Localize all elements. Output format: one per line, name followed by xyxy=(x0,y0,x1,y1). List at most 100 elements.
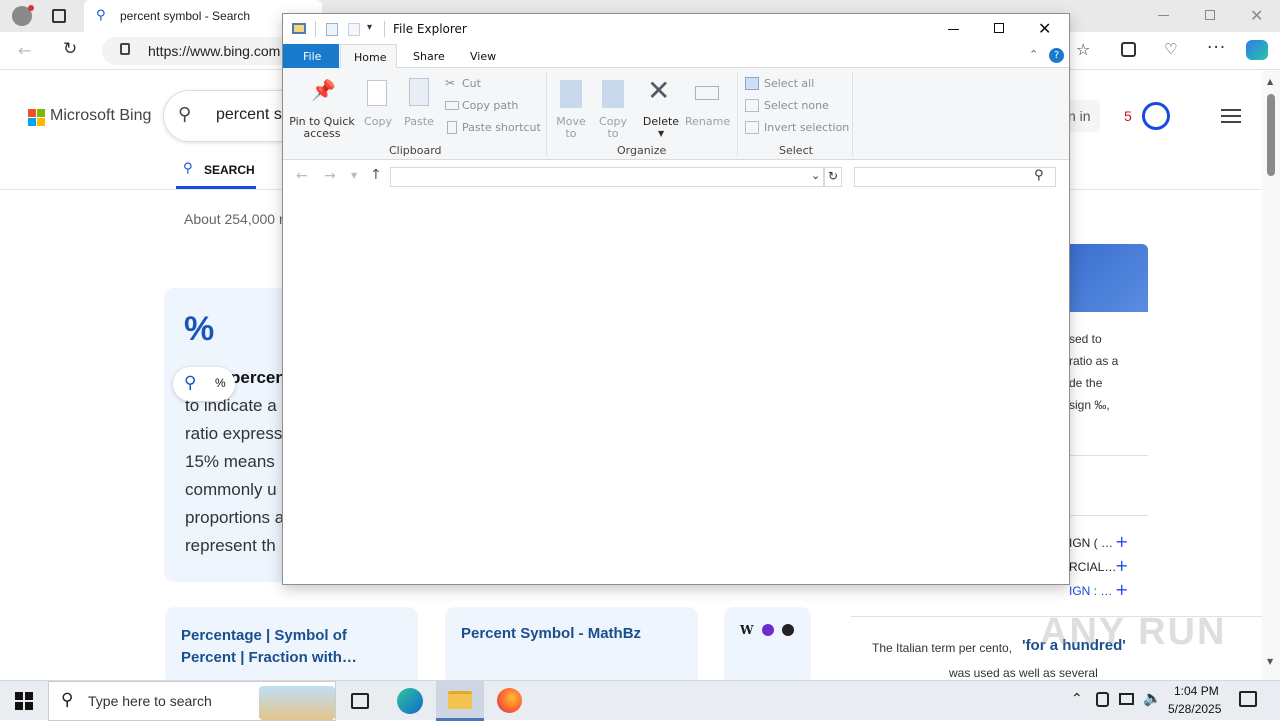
expand-plus-icon[interactable]: + xyxy=(1115,532,1128,551)
hamburger-menu-icon[interactable] xyxy=(1221,109,1241,123)
window-minimize-icon[interactable] xyxy=(1158,15,1169,16)
maximize-icon[interactable] xyxy=(994,23,1004,33)
paste-button[interactable]: Paste xyxy=(401,76,437,138)
copy-to-button[interactable]: Copy to xyxy=(597,76,629,140)
scroll-down-icon[interactable]: ▼ xyxy=(1267,657,1273,666)
invert-selection-button[interactable]: Invert selection xyxy=(745,120,855,136)
side-list-item[interactable]: RCIAL… xyxy=(1069,560,1116,574)
paste-shortcut-button[interactable]: Paste shortcut xyxy=(445,120,545,136)
profile-notification-dot xyxy=(28,5,34,11)
bing-search-box[interactable]: ⚲ percent sy xyxy=(163,90,303,142)
bing-search-query[interactable]: percent sy xyxy=(216,106,290,124)
explorer-search-box[interactable]: ⚲ xyxy=(854,167,1056,187)
pin-label: Pin to Quick access xyxy=(289,115,355,140)
explorer-content-area[interactable] xyxy=(283,194,1069,584)
source-icon xyxy=(762,624,774,636)
minimize-icon[interactable] xyxy=(948,29,959,30)
scroll-up-icon[interactable]: ▲ xyxy=(1267,77,1273,86)
side-list-item[interactable]: IGN ( … xyxy=(1069,536,1113,550)
select-all-icon xyxy=(745,77,759,90)
tab-search-label: SEARCH xyxy=(204,163,255,177)
copy-button[interactable]: Copy xyxy=(361,76,395,138)
microsoft-logo-icon[interactable] xyxy=(28,109,45,126)
search-highlight-image xyxy=(259,686,335,720)
file-explorer-taskbar-button[interactable] xyxy=(436,681,484,721)
tab-actions-icon[interactable] xyxy=(52,9,66,23)
window-close-icon[interactable]: ✕ xyxy=(1250,6,1263,25)
extensions-icon[interactable]: ♡ xyxy=(1164,40,1177,58)
up-arrow-icon[interactable]: ↑ xyxy=(370,167,382,183)
result-card-more[interactable]: W xyxy=(724,607,811,680)
copy-path-button[interactable]: Copy path xyxy=(445,98,535,114)
edge-taskbar-icon[interactable] xyxy=(397,688,423,714)
delete-x-icon: ✕ xyxy=(647,74,671,107)
bing-logo-text[interactable]: Microsoft Bing xyxy=(50,107,151,125)
copy-label: Copy xyxy=(364,115,392,128)
result-card-title[interactable]: Percentage | Symbol of Percent | Fractio… xyxy=(181,625,401,669)
volume-icon[interactable]: 🔈 xyxy=(1143,689,1162,707)
taskbar-search-box[interactable]: ⚲ Type here to search xyxy=(48,681,336,721)
task-view-icon[interactable] xyxy=(351,693,369,709)
result-card[interactable]: Percent Symbol - MathBz xyxy=(445,607,698,680)
explorer-title: File Explorer xyxy=(393,22,467,36)
windows-taskbar: ⚲ Type here to search ⌃ 🔈 1:04 PM 5/28/2… xyxy=(0,680,1280,721)
favorites-icon[interactable]: ☆ xyxy=(1076,40,1090,59)
pin-quick-access-button[interactable]: 📌 Pin to Quick access xyxy=(289,76,355,140)
rename-button[interactable]: Rename xyxy=(685,76,731,138)
expand-plus-icon[interactable]: + xyxy=(1115,556,1128,575)
defender-icon[interactable] xyxy=(1096,692,1109,707)
side-text: de the xyxy=(1069,376,1103,390)
address-bar[interactable]: https://www.bing.com xyxy=(102,37,302,65)
address-dropdown-icon[interactable]: ⌄ xyxy=(811,169,820,182)
select-all-button[interactable]: Select all xyxy=(745,76,845,92)
cut-button[interactable]: ✂ Cut xyxy=(445,76,535,92)
result-card[interactable]: Percentage | Symbol of Percent | Fractio… xyxy=(165,607,418,680)
notification-icon[interactable] xyxy=(1239,691,1257,707)
window-restore-icon[interactable] xyxy=(1205,10,1215,20)
new-folder-icon[interactable] xyxy=(348,23,360,36)
taskbar-date[interactable]: 5/28/2025 xyxy=(1168,702,1221,716)
copilot-icon[interactable] xyxy=(1246,40,1268,60)
chevron-down-icon[interactable]: ▼ xyxy=(658,129,664,138)
select-none-button[interactable]: Select none xyxy=(745,98,845,114)
taskbar-time[interactable]: 1:04 PM xyxy=(1174,684,1219,698)
delete-button[interactable]: ✕ Delete ▼ xyxy=(641,74,681,146)
explorer-address-bar[interactable]: ⌄ xyxy=(390,167,824,187)
page-scrollbar[interactable]: ▲ ▼ xyxy=(1262,71,1280,680)
help-icon[interactable]: ? xyxy=(1049,48,1064,63)
expand-plus-icon[interactable]: + xyxy=(1115,580,1128,599)
tab-view[interactable]: View xyxy=(470,50,496,63)
customize-dropdown-icon[interactable]: ▾ xyxy=(367,22,372,33)
rename-label: Rename xyxy=(685,115,731,128)
close-icon[interactable]: ✕ xyxy=(1038,19,1051,38)
back-arrow-icon[interactable]: ← xyxy=(296,168,308,184)
ribbon-tabs: File Home Share View ⌃ ? xyxy=(283,44,1069,69)
refresh-icon[interactable]: ↻ xyxy=(63,39,77,59)
move-to-button[interactable]: Move to xyxy=(555,76,587,140)
start-button[interactable] xyxy=(0,681,48,721)
rewards-trophy-icon[interactable] xyxy=(1142,102,1170,130)
group-divider xyxy=(737,72,738,156)
scissors-icon: ✂ xyxy=(445,76,456,90)
show-hidden-icons-icon[interactable]: ⌃ xyxy=(1071,691,1083,707)
back-icon[interactable]: ← xyxy=(18,41,31,60)
tab-home[interactable]: Home xyxy=(340,44,397,69)
tab-share[interactable]: Share xyxy=(413,50,445,63)
firefox-taskbar-icon[interactable] xyxy=(497,688,522,713)
explorer-title-bar: ▾ File Explorer ✕ xyxy=(283,14,1069,44)
properties-icon[interactable] xyxy=(326,23,338,36)
more-menu-icon[interactable]: ··· xyxy=(1207,38,1226,58)
tab-search[interactable]: ⚲ SEARCH xyxy=(176,153,256,189)
windows-logo-icon xyxy=(15,692,33,710)
tab-file[interactable]: File xyxy=(283,44,339,68)
forward-arrow-icon[interactable]: → xyxy=(324,168,336,184)
scroll-thumb[interactable] xyxy=(1267,94,1275,176)
collapse-ribbon-icon[interactable]: ⌃ xyxy=(1029,48,1038,61)
side-list-item[interactable]: IGN : … xyxy=(1069,584,1112,598)
result-card-title[interactable]: Percent Symbol - MathBz xyxy=(461,625,681,642)
search-chip[interactable]: ⚲ % xyxy=(173,367,235,401)
refresh-button[interactable]: ↻ xyxy=(824,167,842,187)
recent-locations-icon[interactable]: ▼ xyxy=(351,171,357,180)
network-icon[interactable] xyxy=(1119,693,1134,705)
collections-icon[interactable] xyxy=(1121,42,1136,57)
